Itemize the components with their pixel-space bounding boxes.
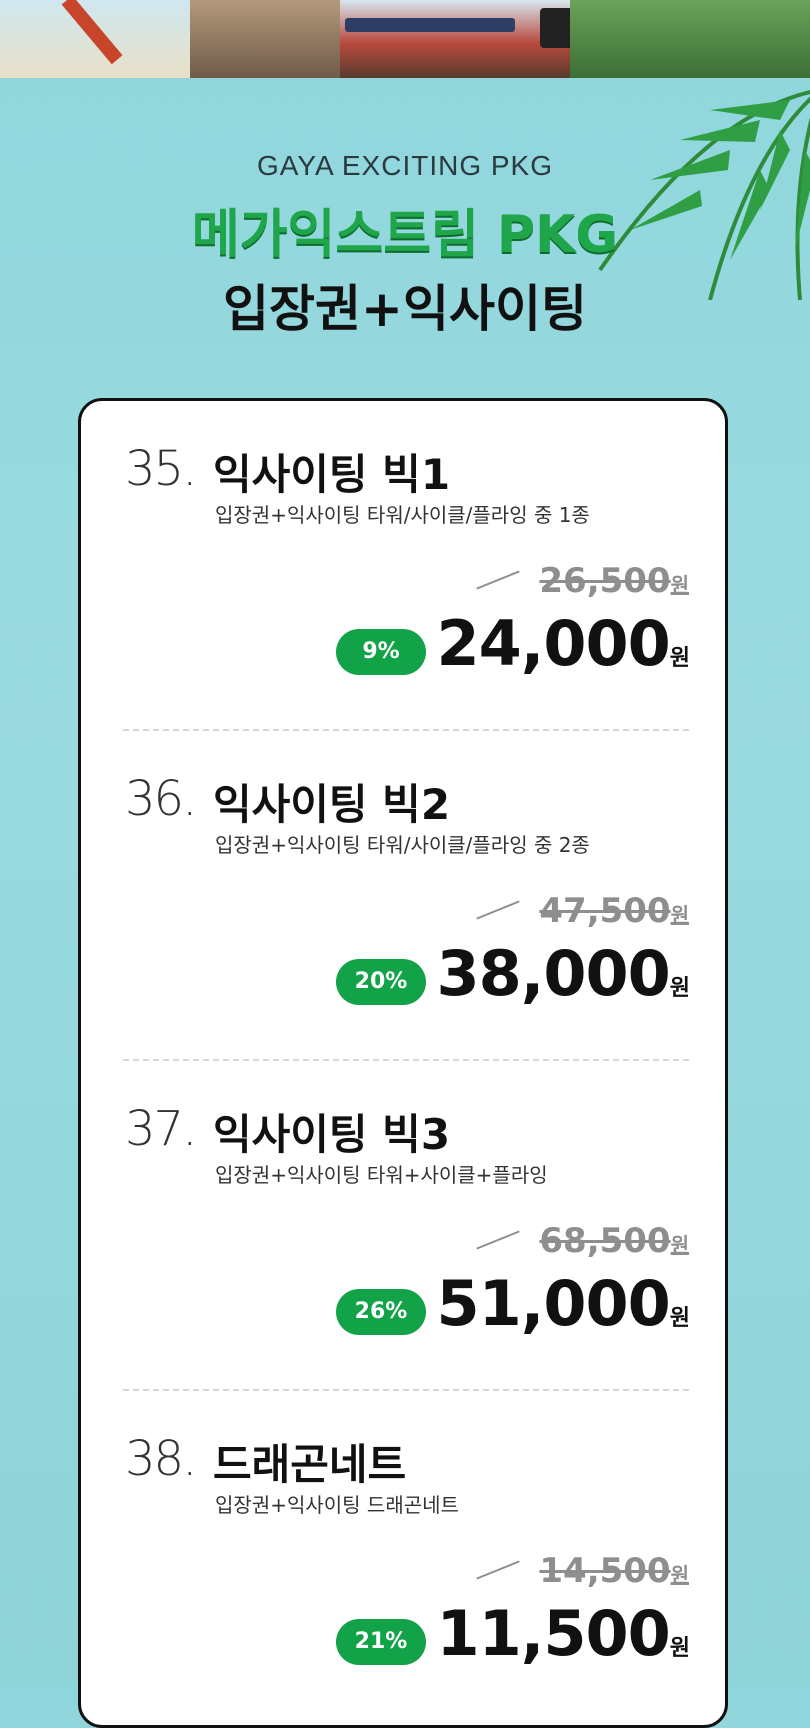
discount-badge: 26% xyxy=(336,1289,426,1335)
palace-roof xyxy=(345,18,515,32)
hero-title-secondary: 입장권+익사이팅 xyxy=(223,280,587,338)
hero-subtitle: GAYA EXCITING PKG xyxy=(256,150,554,181)
pottery-photo xyxy=(190,0,340,78)
item-description: 입장권+익사이팅 드래곤네트 xyxy=(215,1493,459,1517)
package-item[interactable]: 38. 드래곤네트 입장권+익사이팅 드래곤네트 14,500원 21% 11,… xyxy=(81,1391,731,1721)
strike-slash xyxy=(476,1560,520,1580)
item-name: 익사이팅 빅1 xyxy=(213,450,451,499)
package-item[interactable]: 35. 익사이팅 빅1 입장권+익사이팅 타워/사이클/플라잉 중 1종 26,… xyxy=(81,401,731,731)
item-description: 입장권+익사이팅 타워+사이클+플라잉 xyxy=(215,1163,548,1187)
discount-badge: 21% xyxy=(336,1619,426,1665)
item-name: 익사이팅 빅3 xyxy=(213,1110,451,1159)
discount-badge: 20% xyxy=(336,959,426,1005)
strike-slash xyxy=(476,570,520,590)
item-description: 입장권+익사이팅 타워/사이클/플라잉 중 2종 xyxy=(215,833,590,857)
item-name: 익사이팅 빅2 xyxy=(213,780,451,829)
package-item[interactable]: 37. 익사이팅 빅3 입장권+익사이팅 타워+사이클+플라잉 68,500원 … xyxy=(81,1061,731,1391)
item-name: 드래곤네트 xyxy=(213,1440,407,1489)
item-number: 37. xyxy=(125,1101,197,1157)
original-price: 26,500원 xyxy=(539,561,689,601)
package-list-card: 35. 익사이팅 빅1 입장권+익사이팅 타워/사이클/플라잉 중 1종 26,… xyxy=(78,398,728,1728)
treehouse-photo xyxy=(570,0,810,78)
sale-price: 24,000원 xyxy=(436,607,690,680)
original-price: 47,500원 xyxy=(539,891,689,931)
package-item[interactable]: 36. 익사이팅 빅2 입장권+익사이팅 타워/사이클/플라잉 중 2종 47,… xyxy=(81,731,731,1061)
hero-header: GAYA EXCITING PKG 메가익스트림 PKG 입장권+익사이팅 xyxy=(0,150,810,341)
original-price: 68,500원 xyxy=(539,1221,689,1261)
top-photo-banner xyxy=(0,0,810,78)
item-number: 38. xyxy=(125,1431,197,1487)
item-number: 35. xyxy=(125,441,197,497)
sale-price: 51,000원 xyxy=(436,1267,690,1340)
discount-badge: 9% xyxy=(336,629,426,675)
original-price: 14,500원 xyxy=(539,1551,689,1591)
sale-price: 38,000원 xyxy=(436,937,690,1010)
sale-price: 11,500원 xyxy=(436,1597,690,1670)
item-description: 입장권+익사이팅 타워/사이클/플라잉 중 1종 xyxy=(215,503,590,527)
palace-photo xyxy=(340,0,570,78)
strike-slash xyxy=(476,1230,520,1250)
strike-slash xyxy=(476,900,520,920)
item-number: 36. xyxy=(125,771,197,827)
hero-title: 메가익스트림 PKG xyxy=(191,205,619,265)
